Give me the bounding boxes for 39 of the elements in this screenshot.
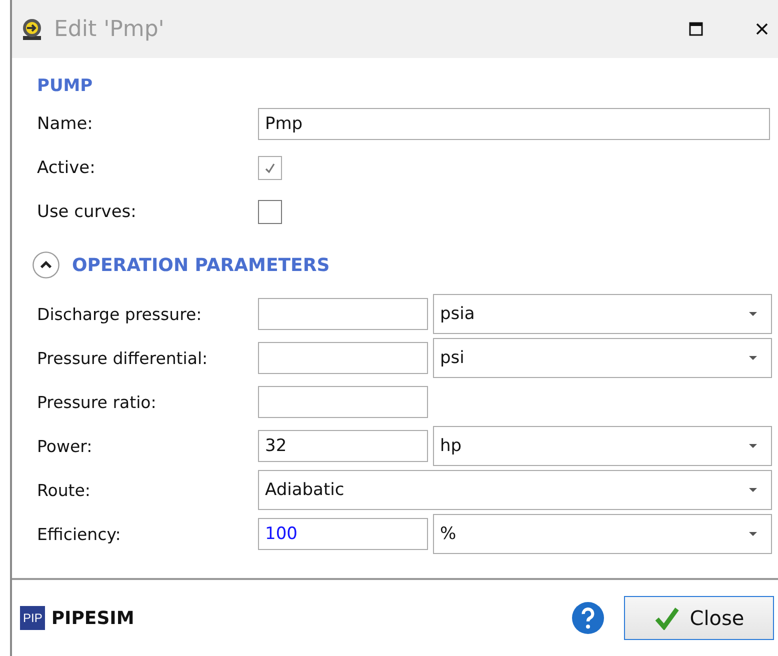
- name-field[interactable]: Pmp: [258, 108, 770, 140]
- window-title: Edit 'Pmp': [54, 16, 164, 42]
- field-label: Pressure differential:: [37, 348, 209, 368]
- unit-dropdown[interactable]: psi: [433, 338, 772, 378]
- field-label: Name:: [37, 114, 94, 134]
- unit-dropdown[interactable]: psia: [433, 294, 772, 334]
- field-label: Power:: [37, 436, 94, 456]
- value-field[interactable]: 100: [258, 518, 428, 550]
- value-field[interactable]: [258, 386, 428, 418]
- maximize-icon[interactable]: [688, 21, 704, 37]
- unit-dropdown[interactable]: %: [433, 514, 772, 554]
- checkbox[interactable]: [258, 200, 282, 224]
- dropdown-arrow-icon: [749, 532, 757, 536]
- checkmark-icon: [264, 162, 276, 174]
- section-heading: OPERATION PARAMETERS: [72, 254, 330, 276]
- dropdown-arrow-icon: [749, 312, 757, 316]
- logo-text: PIPESIM: [51, 608, 134, 628]
- section-heading: PUMP: [37, 76, 94, 96]
- value-field[interactable]: [258, 298, 428, 330]
- value-field[interactable]: 32: [258, 430, 428, 462]
- value-field[interactable]: [258, 342, 428, 374]
- field-label: Route:: [37, 480, 92, 500]
- unit-dropdown[interactable]: hp: [433, 426, 772, 466]
- dropdown-arrow-icon: [749, 488, 757, 492]
- close-button[interactable]: Close: [624, 596, 774, 640]
- field-label: Pressure ratio:: [37, 392, 158, 412]
- dropdown-arrow-icon: [749, 356, 757, 360]
- close-icon[interactable]: [754, 21, 770, 37]
- collapse-icon[interactable]: [32, 251, 60, 279]
- dropdown-arrow-icon: [749, 444, 757, 448]
- field-label: Active:: [37, 158, 96, 178]
- field-label: Discharge pressure:: [37, 304, 203, 324]
- field-label: Use curves:: [37, 202, 138, 222]
- route-dropdown[interactable]: Adiabatic: [258, 470, 772, 510]
- pump-icon: [20, 17, 44, 41]
- help-icon[interactable]: [572, 602, 604, 634]
- field-label: Efficiency:: [37, 524, 122, 544]
- logo-badge: PIP: [20, 606, 46, 630]
- checkmark-icon: [654, 606, 680, 630]
